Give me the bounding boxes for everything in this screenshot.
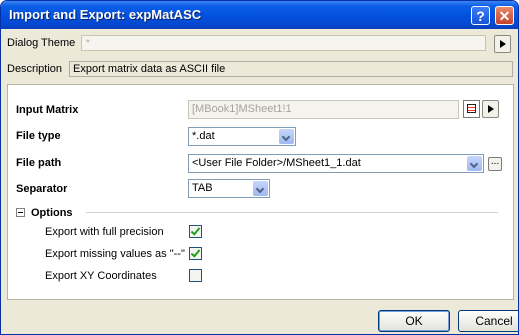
- range-select-icon[interactable]: [463, 100, 480, 118]
- options-header: Options: [31, 207, 73, 219]
- chevron-down-icon: [253, 181, 268, 196]
- separator-select[interactable]: TAB: [188, 179, 270, 198]
- missing-values-label: Export missing values as "--": [45, 248, 185, 260]
- xy-coordinates-checkbox[interactable]: [189, 269, 202, 282]
- description-text: Export matrix data as ASCII file: [69, 61, 513, 77]
- file-path-label: File path: [16, 157, 62, 169]
- theme-menu-arrow-icon[interactable]: [494, 35, 511, 53]
- file-path-value: <User File Folder>/MSheet1_1.dat: [192, 157, 361, 169]
- cancel-button[interactable]: Cancel: [458, 310, 518, 332]
- help-button[interactable]: ?: [471, 6, 490, 25]
- input-matrix-label: Input Matrix: [16, 104, 79, 116]
- separator-value: TAB: [192, 182, 213, 194]
- missing-values-checkbox[interactable]: [189, 247, 202, 260]
- collapse-minus-icon[interactable]: [16, 208, 25, 217]
- chevron-down-icon: [279, 129, 294, 144]
- xy-coordinates-label: Export XY Coordinates: [45, 270, 157, 282]
- description-label: Description: [7, 63, 63, 75]
- input-matrix-field[interactable]: [MBook1]MSheet1!1: [188, 100, 459, 119]
- file-type-value: *.dat: [192, 130, 215, 142]
- full-precision-label: Export with full precision: [45, 226, 164, 238]
- input-matrix-menu-arrow-icon[interactable]: [482, 100, 499, 118]
- dialog-theme-label: Dialog Theme: [7, 37, 76, 49]
- ok-button[interactable]: OK: [378, 310, 450, 332]
- dialog-theme-input[interactable]: *: [81, 35, 486, 51]
- full-precision-checkbox[interactable]: [189, 225, 202, 238]
- file-path-select[interactable]: <User File Folder>/MSheet1_1.dat: [188, 154, 484, 173]
- window-title: Import and Export: expMatASC: [9, 7, 202, 22]
- file-type-select[interactable]: *.dat: [188, 127, 296, 146]
- chevron-down-icon: [467, 156, 482, 171]
- worksheet-icon: [467, 104, 476, 113]
- title-bar[interactable]: Import and Export: expMatASC ? ✕: [1, 1, 518, 29]
- browse-button[interactable]: ...: [488, 157, 502, 171]
- options-divider: [86, 212, 498, 213]
- dialog-window: Import and Export: expMatASC ? ✕ Dialog …: [0, 0, 519, 335]
- close-button[interactable]: ✕: [495, 6, 514, 25]
- separator-label: Separator: [16, 183, 68, 195]
- file-type-label: File type: [16, 130, 61, 142]
